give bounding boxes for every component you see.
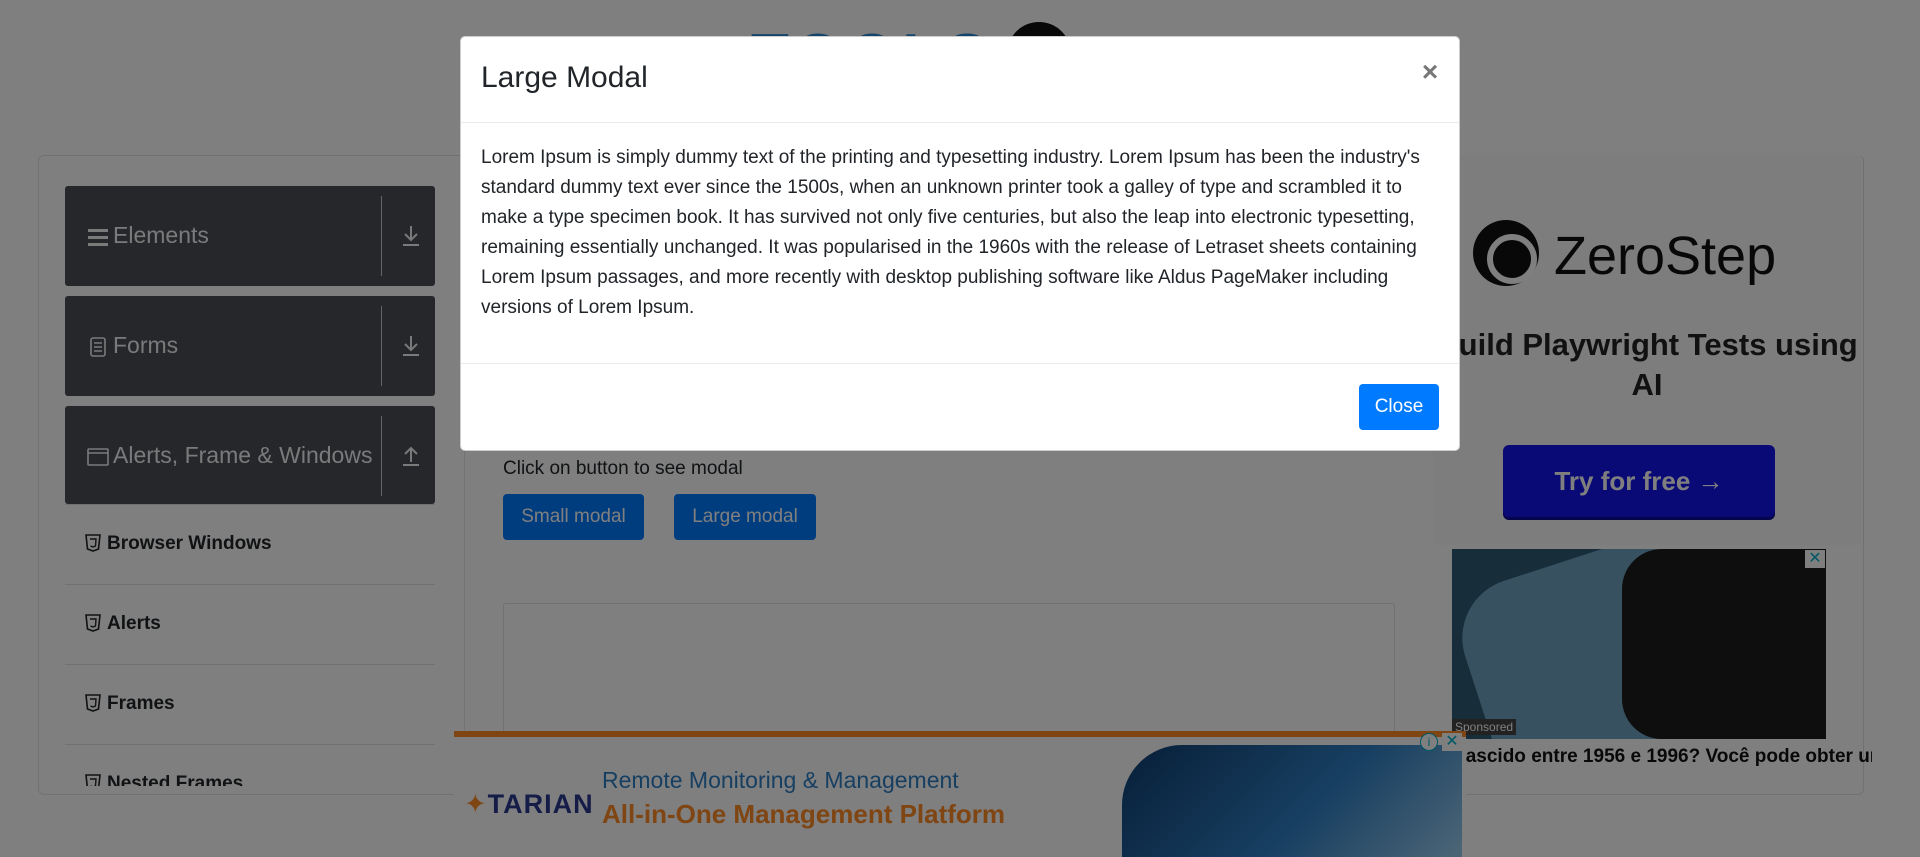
modal-footer: Close: [461, 363, 1459, 451]
modal-header: Large Modal ×: [461, 37, 1459, 123]
close-button[interactable]: Close: [1359, 384, 1439, 430]
close-icon[interactable]: ×: [1417, 57, 1443, 87]
modal-title: Large Modal: [481, 61, 648, 94]
modal-body-text: Lorem Ipsum is simply dummy text of the …: [481, 147, 1420, 318]
large-modal: Large Modal × Lorem Ipsum is simply dumm…: [460, 36, 1460, 451]
